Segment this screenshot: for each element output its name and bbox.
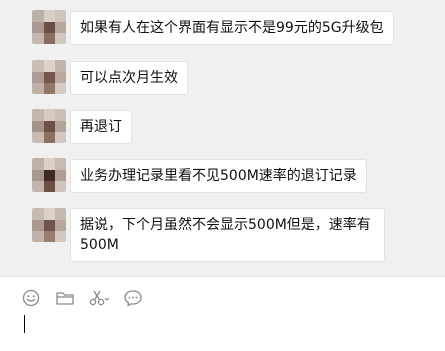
input-toolbar <box>20 287 144 309</box>
text-cursor <box>24 315 25 333</box>
message-bubble[interactable]: 据说，下个月虽然不会显示500M但是，速率有500M <box>70 208 385 262</box>
avatar[interactable] <box>32 208 66 242</box>
emoji-icon[interactable] <box>20 287 42 309</box>
message-bubble[interactable]: 如果有人在这个界面有显示不是99元的5G升级包 <box>70 11 394 45</box>
avatar[interactable] <box>32 158 66 192</box>
avatar[interactable] <box>32 10 66 44</box>
message-text: 据说，下个月虽然不会显示500M但是，速率有500M <box>80 217 371 253</box>
message-bubble[interactable]: 再退订 <box>70 110 132 144</box>
folder-icon[interactable] <box>54 287 76 309</box>
avatar[interactable] <box>32 109 66 143</box>
chat-history[interactable]: 如果有人在这个界面有显示不是99元的5G升级包 可以点次月生效 再退订 业务办理… <box>0 0 445 276</box>
message-text: 业务办理记录里看不见500M速率的退订记录 <box>80 168 357 184</box>
message-bubble[interactable]: 可以点次月生效 <box>70 61 188 95</box>
avatar[interactable] <box>32 60 66 94</box>
message-text: 可以点次月生效 <box>80 70 178 86</box>
message-bubble[interactable]: 业务办理记录里看不见500M速率的退订记录 <box>70 159 367 193</box>
message-text: 如果有人在这个界面有显示不是99元的5G升级包 <box>80 20 384 36</box>
message-input-area[interactable] <box>0 277 445 351</box>
chat-bubble-icon[interactable] <box>122 287 144 309</box>
scissors-icon[interactable] <box>88 287 110 309</box>
message-text: 再退订 <box>80 119 122 135</box>
